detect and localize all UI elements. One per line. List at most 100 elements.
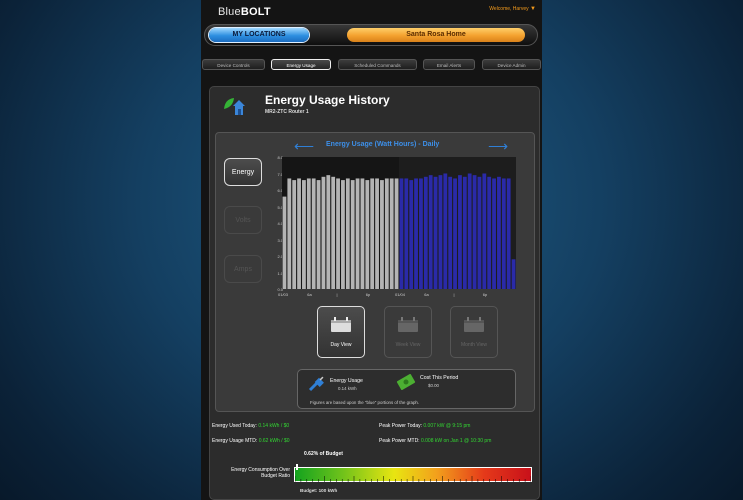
chart-bar bbox=[462, 176, 467, 289]
logo-bold-text: BOLT bbox=[240, 6, 271, 18]
budget-total: Budget: 100 kWh bbox=[300, 488, 338, 493]
x-tick-label: 01/04 bbox=[395, 292, 406, 297]
energy-panel: Energy Usage History MR2-ZTC Router 1 ⟵ … bbox=[209, 86, 540, 500]
budget-marker bbox=[296, 464, 299, 470]
house-leaf-icon bbox=[224, 98, 245, 115]
chart-bar bbox=[321, 176, 326, 289]
chart-bar bbox=[331, 176, 336, 289]
money-icon bbox=[396, 374, 416, 390]
budget-ratio-label: Energy Consumption Over Budget Ratio bbox=[231, 467, 290, 479]
x-tick-label: 6a bbox=[307, 292, 312, 297]
chart-bar bbox=[355, 178, 360, 289]
budget-percent: 0.62% of Budget bbox=[304, 451, 343, 457]
chart-bar bbox=[316, 180, 321, 289]
chart-bar bbox=[394, 178, 399, 289]
day-view-label: Day View bbox=[330, 342, 352, 348]
location-name-button[interactable]: Santa Rosa Home bbox=[347, 28, 525, 42]
energy-used-today: Energy Used Today: 0.14 kWh / $0 bbox=[212, 423, 289, 429]
chart-bar bbox=[467, 173, 472, 289]
peak-power-mtd: Peak Power MTD: 0.008 kW on Jan 1 @ 10:3… bbox=[379, 438, 491, 444]
stat-label: Energy Usage MTD: bbox=[212, 438, 258, 444]
chart-bar bbox=[501, 178, 506, 289]
chart-bar bbox=[375, 178, 379, 289]
summary-footnote: Figures are based upon the "blue" portio… bbox=[310, 400, 420, 405]
chart-bar bbox=[419, 178, 423, 289]
chart-bar bbox=[297, 178, 301, 289]
chart-bar bbox=[511, 259, 516, 289]
stat-label: Peak Power Today: bbox=[379, 423, 422, 429]
peak-power-today: Peak Power Today: 0.007 kW @ 9:15 pm bbox=[379, 423, 470, 429]
month-view-label: Month View bbox=[460, 342, 488, 348]
chart-bar bbox=[370, 178, 375, 289]
chart-bar bbox=[365, 180, 370, 289]
chart-bar bbox=[326, 175, 331, 289]
week-view-button[interactable]: Week View bbox=[384, 306, 432, 358]
my-locations-button[interactable]: MY LOCATIONS bbox=[209, 28, 309, 42]
chart-bar bbox=[302, 180, 306, 289]
user-menu[interactable]: Welcome, Harvey ▼ bbox=[489, 6, 536, 12]
cost-value: $0.00 bbox=[428, 383, 439, 388]
day-view-button[interactable]: Day View bbox=[317, 306, 365, 358]
stat-label: Peak Power MTD: bbox=[379, 438, 420, 444]
x-tick-label: 6p bbox=[365, 292, 371, 297]
x-tick-label: | bbox=[453, 292, 455, 297]
caret-down-icon: ▼ bbox=[530, 6, 536, 12]
chart-bar bbox=[350, 180, 355, 289]
device-name: MR2-ZTC Router 1 bbox=[265, 109, 309, 115]
energy-usage-value: 0.14 kWh bbox=[338, 386, 357, 391]
stat-value: 0.14 kWh / $0 bbox=[258, 423, 290, 429]
budget-gauge bbox=[294, 464, 532, 482]
tab-device-controls[interactable]: Device Controls bbox=[202, 59, 265, 70]
chart-bar bbox=[482, 173, 487, 289]
chart-bar bbox=[399, 178, 404, 289]
stat-value: 0.007 kW @ 9:15 pm bbox=[423, 423, 471, 429]
chart-bar bbox=[287, 178, 292, 289]
bluebolt-logo: BlueBOLT bbox=[218, 6, 271, 18]
chart-bar bbox=[306, 178, 311, 289]
chart-bar bbox=[384, 178, 389, 289]
chart-bar bbox=[282, 196, 287, 289]
chart-bar bbox=[492, 178, 496, 289]
chart-bar bbox=[336, 178, 340, 289]
chart-bar bbox=[453, 178, 457, 289]
tab-device-admin[interactable]: Device Admin bbox=[482, 59, 541, 70]
calendar-month-icon bbox=[464, 317, 484, 332]
chart-bar bbox=[360, 178, 365, 289]
next-arrow-icon[interactable]: ⟶ bbox=[488, 139, 508, 153]
chart-bar bbox=[472, 175, 477, 289]
chart-bar bbox=[292, 180, 297, 289]
chart-bar bbox=[311, 178, 316, 289]
x-tick-label: | bbox=[336, 292, 338, 297]
chart-bar bbox=[438, 175, 443, 289]
chart-area: ⟵ Energy Usage (Watt Hours) - Daily ⟶ En… bbox=[215, 132, 535, 412]
previous-arrow-icon[interactable]: ⟵ bbox=[294, 139, 314, 153]
chart-bar bbox=[433, 176, 438, 289]
chart-bar bbox=[389, 178, 394, 289]
bar-chart-plot bbox=[282, 157, 516, 289]
chart-bar bbox=[506, 178, 511, 289]
tab-email-alerts[interactable]: Email Alerts bbox=[423, 59, 475, 70]
calendar-day-icon bbox=[331, 317, 351, 332]
energy-usage-label: Energy Usage bbox=[330, 378, 363, 384]
chart-bar bbox=[428, 175, 433, 289]
month-view-button[interactable]: Month View bbox=[450, 306, 498, 358]
stat-value: 0.008 kW on Jan 1 @ 10:30 pm bbox=[420, 438, 492, 444]
stat-label: Energy Used Today: bbox=[212, 423, 257, 429]
tab-energy-usage[interactable]: Energy Usage bbox=[271, 59, 331, 70]
energy-usage-mtd: Energy Usage MTD: 0.62 kWh / $0 bbox=[212, 438, 290, 444]
main-tabs: Device Controls Energy Usage Scheduled C… bbox=[202, 59, 541, 71]
chart-bar bbox=[404, 178, 409, 289]
volts-button[interactable]: Volts bbox=[224, 206, 262, 234]
week-view-label: Week View bbox=[395, 342, 421, 348]
welcome-text: Welcome, Harvey bbox=[489, 6, 529, 12]
chart-bar bbox=[345, 178, 350, 289]
chart-bar bbox=[448, 176, 453, 289]
logo-text: Blue bbox=[218, 6, 241, 18]
chart-bar bbox=[380, 180, 384, 289]
amps-button[interactable]: Amps bbox=[224, 255, 262, 283]
tab-scheduled-commands[interactable]: Scheduled Commands bbox=[338, 59, 417, 70]
chart-bar bbox=[423, 176, 428, 289]
usage-summary: Energy Usage 0.14 kWh Cost This Period $… bbox=[297, 369, 516, 409]
energy-button[interactable]: Energy bbox=[224, 158, 262, 186]
plug-icon bbox=[308, 376, 324, 392]
